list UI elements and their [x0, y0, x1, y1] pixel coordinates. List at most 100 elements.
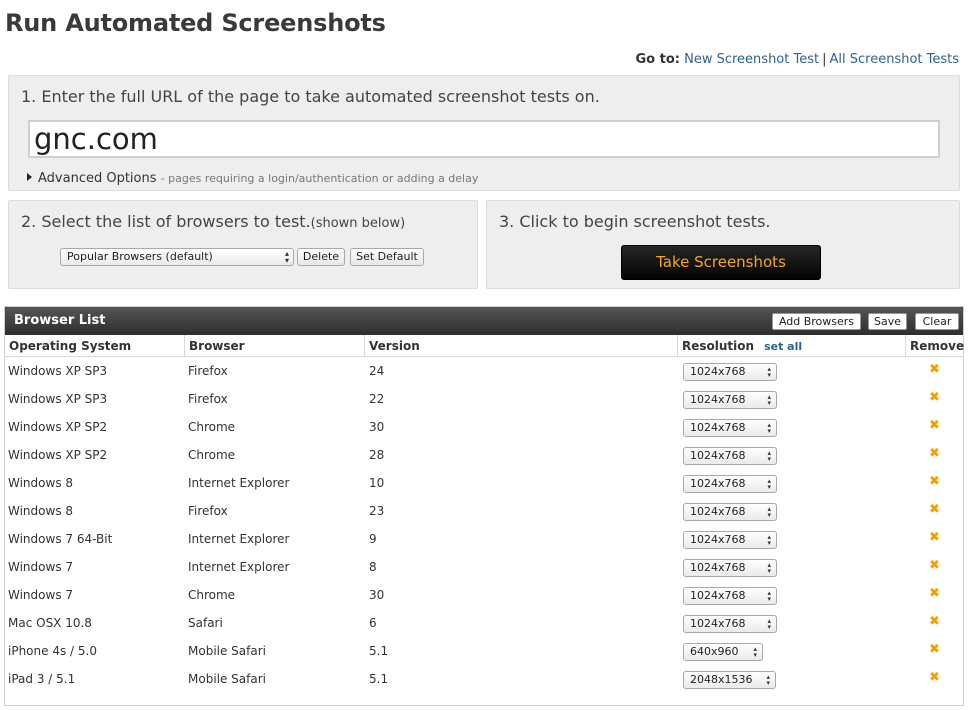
browser-cell: Chrome [188, 588, 236, 602]
version-cell: 5.1 [369, 672, 389, 686]
resolution-value: 1024x768 [690, 393, 746, 406]
page-title: Run Automated Screenshots [5, 9, 386, 37]
select-arrows-icon: ▴ ▾ [767, 365, 771, 379]
select-arrows-icon: ▴ ▾ [767, 477, 771, 491]
browser-cell: Chrome [188, 448, 236, 462]
set-default-button[interactable]: Set Default [350, 248, 424, 266]
browser-cell: Firefox [188, 364, 228, 378]
advanced-options-desc: - pages requiring a login/authentication… [160, 172, 479, 185]
resolution-select[interactable]: 640x960 ▴ ▾ [683, 643, 763, 661]
add-browsers-button[interactable]: Add Browsers [772, 313, 861, 330]
resolution-select[interactable]: 1024x768 ▴ ▾ [683, 559, 777, 577]
resolution-select[interactable]: 1024x768 ▴ ▾ [683, 419, 777, 437]
os-cell: Windows 8 [8, 476, 74, 490]
version-cell: 8 [369, 560, 377, 574]
browser-cell: Mobile Safari [188, 672, 266, 686]
browser-list-select-value: Popular Browsers (default) [67, 250, 213, 263]
resolution-value: 1024x768 [690, 477, 746, 490]
select-arrows-icon: ▴ ▾ [767, 449, 771, 463]
col-operating-system: Operating System [5, 335, 185, 357]
step3-text: 3. Click to begin screenshot tests. [499, 212, 771, 231]
new-screenshot-test-link[interactable]: New Screenshot Test [684, 52, 819, 67]
step1-text: 1. Enter the full URL of the page to tak… [21, 87, 600, 106]
browser-list-header: Browser List Add Browsers Save Clear [5, 307, 963, 335]
resolution-select[interactable]: 1024x768 ▴ ▾ [683, 615, 777, 633]
table-row: Mac OSX 10.8 Safari 6 1024x768 ▴ ▾ ✖ [5, 609, 963, 637]
os-cell: iPad 3 / 5.1 [8, 672, 76, 686]
table-row: Windows XP SP2 Chrome 30 1024x768 ▴ ▾ ✖ [5, 413, 963, 441]
version-cell: 28 [369, 448, 385, 462]
os-cell: Windows 7 [8, 588, 74, 602]
select-arrows-icon: ▴ ▾ [767, 589, 771, 603]
browser-cell: Internet Explorer [188, 532, 290, 546]
close-icon[interactable]: ✖ [929, 503, 940, 517]
table-row: Windows XP SP2 Chrome 28 1024x768 ▴ ▾ ✖ [5, 441, 963, 469]
select-arrows-icon: ▴ ▾ [767, 505, 771, 519]
step2-label: 2. Select the list of browsers to test. [21, 212, 311, 231]
close-icon[interactable]: ✖ [929, 615, 940, 629]
set-all-link[interactable]: set all [764, 340, 802, 353]
col-version: Version [365, 335, 678, 357]
close-icon[interactable]: ✖ [929, 531, 940, 545]
close-icon[interactable]: ✖ [929, 671, 940, 685]
save-button[interactable]: Save [868, 313, 907, 330]
clear-button[interactable]: Clear [915, 313, 959, 330]
resolution-value: 1024x768 [690, 561, 746, 574]
close-icon[interactable]: ✖ [929, 419, 940, 433]
resolution-value: 1024x768 [690, 617, 746, 630]
resolution-select[interactable]: 1024x768 ▴ ▾ [683, 587, 777, 605]
os-cell: Windows 8 [8, 504, 74, 518]
goto-separator: | [822, 52, 827, 67]
browser-cell: Safari [188, 616, 223, 630]
browser-cell: Chrome [188, 420, 236, 434]
version-cell: 5.1 [369, 644, 389, 658]
all-screenshot-tests-link[interactable]: All Screenshot Tests [829, 52, 959, 67]
browser-cell: Mobile Safari [188, 644, 266, 658]
resolution-select[interactable]: 1024x768 ▴ ▾ [683, 531, 777, 549]
os-cell: Mac OSX 10.8 [8, 616, 92, 630]
resolution-value: 2048x1536 [690, 673, 753, 686]
close-icon[interactable]: ✖ [929, 643, 940, 657]
delete-list-button[interactable]: Delete [297, 248, 345, 266]
step2-suffix: (shown below) [310, 216, 406, 231]
resolution-select[interactable]: 1024x768 ▴ ▾ [683, 475, 777, 493]
resolution-select[interactable]: 2048x1536 ▴ ▾ [683, 671, 776, 689]
version-cell: 23 [369, 504, 385, 518]
close-icon[interactable]: ✖ [929, 559, 940, 573]
version-cell: 9 [369, 532, 377, 546]
version-cell: 22 [369, 392, 385, 406]
browser-list-title: Browser List [14, 313, 106, 328]
close-icon[interactable]: ✖ [929, 447, 940, 461]
url-panel: 1. Enter the full URL of the page to tak… [8, 75, 960, 191]
resolution-value: 1024x768 [690, 505, 746, 518]
resolution-select[interactable]: 1024x768 ▴ ▾ [683, 447, 777, 465]
close-icon[interactable]: ✖ [929, 587, 940, 601]
os-cell: Windows 7 [8, 560, 74, 574]
table-row: Windows 8 Firefox 23 1024x768 ▴ ▾ ✖ [5, 497, 963, 525]
col-resolution: Resolution set all [678, 335, 906, 357]
table-row: Windows 8 Internet Explorer 10 1024x768 ▴ ▾ ✖ [5, 469, 963, 497]
table-row: Windows XP SP3 Firefox 24 1024x768 ▴ ▾ ✖ [5, 357, 963, 385]
close-icon[interactable]: ✖ [929, 475, 940, 489]
browser-list-select[interactable]: Popular Browsers (default) ▴ ▾ [60, 248, 294, 266]
table-row: Windows XP SP3 Firefox 22 1024x768 ▴ ▾ ✖ [5, 385, 963, 413]
table-row: Windows 7 Internet Explorer 8 1024x768 ▴ ▾ ✖ [5, 553, 963, 581]
version-cell: 6 [369, 616, 377, 630]
resolution-select[interactable]: 1024x768 ▴ ▾ [683, 503, 777, 521]
url-input[interactable] [28, 120, 940, 158]
resolution-select[interactable]: 1024x768 ▴ ▾ [683, 391, 777, 409]
advanced-options-toggle[interactable]: Advanced Options - pages requiring a log… [27, 171, 478, 186]
version-cell: 10 [369, 476, 385, 490]
resolution-value: 1024x768 [690, 365, 746, 378]
os-cell: Windows 7 64-Bit [8, 532, 113, 546]
resolution-select[interactable]: 1024x768 ▴ ▾ [683, 363, 777, 381]
take-screenshots-button[interactable]: Take Screenshots [621, 245, 821, 280]
resolution-value: 640x960 [690, 645, 739, 658]
close-icon[interactable]: ✖ [929, 363, 940, 377]
close-icon[interactable]: ✖ [929, 391, 940, 405]
table-row: Windows 7 64-Bit Internet Explorer 9 1024x7… [5, 525, 963, 553]
version-cell: 24 [369, 364, 385, 378]
step2-text: 2. Select the list of browsers to test.(… [21, 212, 405, 231]
select-arrows-icon: ▴ ▾ [767, 393, 771, 407]
os-cell: Windows XP SP3 [8, 392, 108, 406]
